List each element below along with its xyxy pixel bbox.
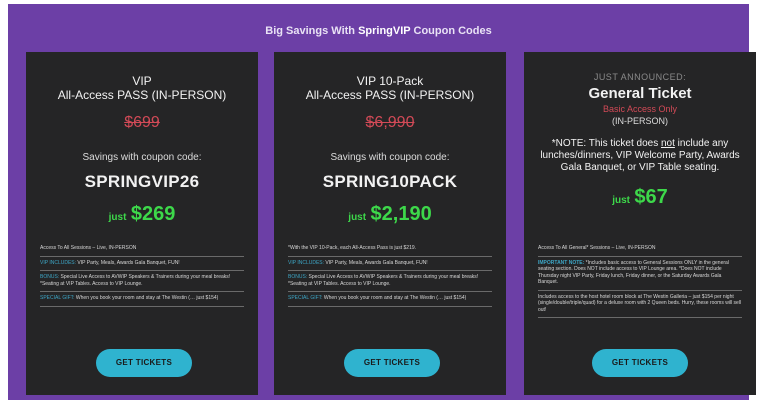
access-level-label: Basic Access Only (602, 104, 678, 114)
feature-item: BONUS: Special Live Access to AVWIP Spea… (40, 271, 244, 292)
feature-item: VIP INCLUDES: VIP Party, Meals, Awards G… (40, 257, 244, 271)
feature-item: Includes access to the host hotel room b… (538, 291, 742, 318)
pricing-section: Big Savings With SpringVIP Coupon Codes … (8, 4, 756, 400)
card-title: VIP All-Access PASS (IN-PERSON) (57, 74, 227, 102)
coupon-code: SPRING10PACK (322, 172, 458, 191)
savings-label: Savings with coupon code: (330, 152, 450, 163)
feature-item: VIP INCLUDES: VIP Party, Meals, Awards G… (288, 257, 492, 271)
original-price: $699 (124, 114, 160, 131)
feature-list: Access To All General* Sessions – Live, … (538, 242, 742, 318)
feature-item: BONUS: Special Live Access to AVWIP Spea… (288, 271, 492, 292)
feature-item: SPECIAL GIFT: When you book your room an… (288, 292, 492, 307)
card-title: General Ticket (588, 85, 692, 102)
vip-pass-card: VIP All-Access PASS (IN-PERSON) $699 Sav… (26, 52, 258, 395)
feature-item: *With the VIP 10-Pack, each All-Access P… (288, 242, 492, 257)
ticket-note: *NOTE: This ticket does not include any … (540, 138, 740, 173)
coupon-code: SPRINGVIP26 (84, 172, 200, 191)
attendance-type-label: (IN-PERSON) (612, 116, 668, 126)
savings-label: Savings with coupon code: (82, 152, 202, 163)
get-tickets-button[interactable]: GET TICKETS (592, 349, 688, 377)
feature-item: SPECIAL GIFT: When you book your room an… (40, 292, 244, 307)
feature-list: *With the VIP 10-Pack, each All-Access P… (288, 242, 492, 307)
vip-10-pack-card: VIP 10-Pack All-Access PASS (IN-PERSON) … (274, 52, 506, 395)
feature-item: Access To All General* Sessions – Live, … (538, 242, 742, 257)
section-heading: Big Savings With SpringVIP Coupon Codes (265, 25, 492, 37)
card-title: VIP 10-Pack All-Access PASS (IN-PERSON) (305, 74, 475, 102)
announcement-label: JUST ANNOUNCED: (593, 72, 687, 82)
feature-list: Access To All Sessions – Live, IN-PERSON… (40, 242, 244, 307)
sale-price: just $2,190 (348, 203, 432, 225)
get-tickets-button[interactable]: GET TICKETS (96, 349, 192, 377)
sale-price: just $269 (108, 203, 176, 225)
feature-item: Access To All Sessions – Live, IN-PERSON (40, 242, 244, 257)
original-price: $6,990 (365, 114, 415, 131)
get-tickets-button[interactable]: GET TICKETS (344, 349, 440, 377)
general-ticket-card: JUST ANNOUNCED: General Ticket Basic Acc… (524, 52, 756, 395)
feature-item: IMPORTANT NOTE: *Includes basic access t… (538, 257, 742, 291)
sale-price: just $67 (612, 186, 668, 208)
